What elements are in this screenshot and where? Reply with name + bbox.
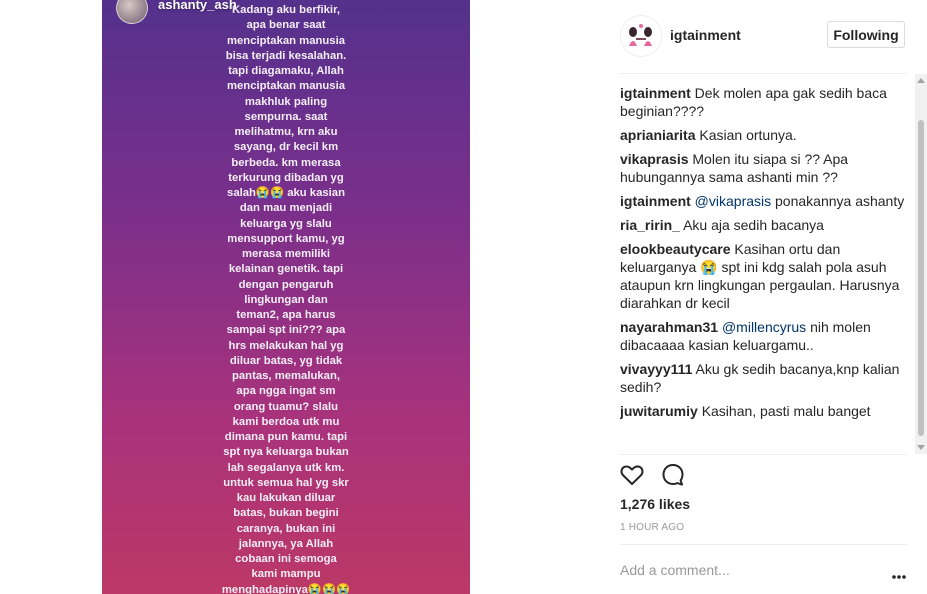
scroll-down-arrow-icon[interactable] — [917, 445, 925, 450]
actions-divider — [620, 454, 907, 455]
comment-item: nayarahman31 @millencyrus nih molen diba… — [620, 318, 910, 354]
comment-username[interactable]: igtainment — [620, 85, 691, 101]
comment-mention-link[interactable]: @millencyrus — [722, 319, 806, 335]
comment-box-divider — [620, 544, 907, 545]
comment-username[interactable]: juwitarumiy — [620, 403, 698, 419]
comment-item: aprianiarita Kasian ortunya. — [620, 126, 910, 144]
comment-text: Kasian ortunya. — [699, 127, 797, 143]
comment-username[interactable]: vikaprasis — [620, 151, 689, 167]
add-comment-input[interactable] — [620, 561, 870, 579]
story-image: Kadang aku berfikir, apa benar saat menc… — [102, 0, 470, 594]
comment-item: juwitarumiy Kasihan, pasti malu banget — [620, 402, 910, 420]
comment-item: elookbeautycare Kasihan ortu dan keluarg… — [620, 240, 910, 312]
scroll-thumb[interactable] — [918, 120, 924, 436]
story-username: ashanty_ash — [158, 0, 237, 12]
more-options-icon[interactable] — [891, 567, 907, 579]
comment-text: Aku aja sedih bacanya — [683, 217, 824, 233]
comment-mention-link[interactable]: @vikaprasis — [695, 193, 771, 209]
avatar-illustration-icon — [622, 17, 660, 55]
following-button[interactable]: Following — [827, 21, 905, 48]
comments-list[interactable]: igtainment Dek molen apa gak sedih baca … — [620, 84, 910, 454]
comment-username[interactable]: vivayyy111 — [620, 361, 692, 377]
story-caption-text: Kadang aku berfikir, apa benar saat menc… — [221, 4, 351, 594]
comment-item: vivayyy111 Aku gk sedih bacanya,knp kali… — [620, 360, 910, 396]
heart-icon[interactable] — [619, 462, 645, 488]
comment-username[interactable]: igtainment — [620, 193, 691, 209]
comment-item: ria_ririn_ Aku aja sedih bacanya — [620, 216, 910, 234]
comments-scrollbar[interactable] — [915, 74, 927, 454]
scroll-up-arrow-icon[interactable] — [917, 78, 925, 83]
comment-item: igtainment @vikaprasis ponakannya ashant… — [620, 192, 910, 210]
comment-item: vikaprasis Molen itu siapa si ?? Apa hub… — [620, 150, 910, 186]
comment-item: igtainment Dek molen apa gak sedih baca … — [620, 84, 910, 120]
post-timestamp[interactable]: 1 hour ago — [620, 522, 684, 533]
comment-icon[interactable] — [660, 462, 686, 488]
comment-text: ponakannya ashanty — [771, 193, 905, 209]
profile-avatar[interactable] — [620, 15, 662, 57]
comment-text: Kasihan, pasti malu banget — [701, 403, 871, 419]
profile-username[interactable]: igtainment — [670, 27, 741, 43]
comment-username[interactable]: ria_ririn_ — [620, 217, 680, 233]
likes-count[interactable]: 1,276 likes — [620, 496, 690, 512]
comment-username[interactable]: nayarahman31 — [620, 319, 718, 335]
comment-username[interactable]: aprianiarita — [620, 127, 695, 143]
comment-username[interactable]: elookbeautycare — [620, 241, 731, 257]
header-divider — [620, 73, 907, 74]
